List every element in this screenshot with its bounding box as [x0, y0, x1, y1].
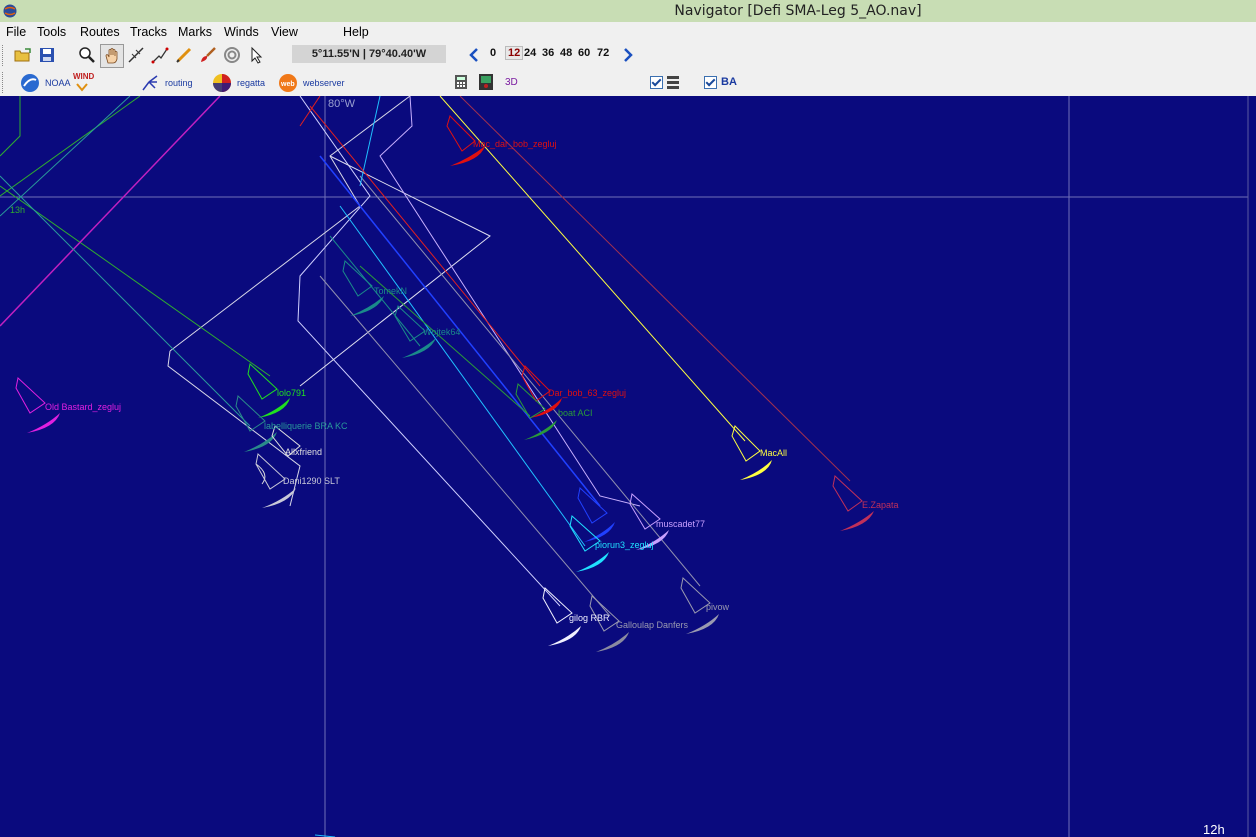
boat-label-kc[interactable]: labelliquerie BRA KC: [264, 421, 348, 431]
webserver-label[interactable]: webserver: [303, 78, 345, 88]
menu-routes[interactable]: Routes: [80, 25, 120, 39]
menu-help[interactable]: Help: [343, 25, 369, 39]
zoom-icon[interactable]: [78, 46, 96, 64]
time-step-48[interactable]: 48: [560, 47, 572, 59]
list-icon[interactable]: [666, 75, 680, 89]
time-step-60[interactable]: 60: [578, 47, 590, 59]
track-allx: [299, 155, 491, 387]
boat-label-old-bastard[interactable]: Old Bastard_zegluj: [45, 402, 121, 412]
routing-icon[interactable]: [140, 73, 160, 93]
toolbar-grip-2[interactable]: [2, 72, 6, 93]
time-step-0[interactable]: 0: [490, 47, 496, 59]
view-3d-label[interactable]: 3D: [505, 77, 518, 88]
boat-label-wojtek[interactable]: Wojtek64: [423, 327, 460, 337]
ba-label[interactable]: BA: [721, 76, 737, 88]
ba-checkbox[interactable]: [704, 76, 717, 89]
hand-pan-icon[interactable]: [103, 47, 121, 65]
track-lolo-3: [0, 96, 141, 197]
track-gilog: [297, 96, 561, 607]
window-title: Navigator [Defi SMA-Leg 5_AO.nav]: [674, 3, 922, 19]
track-pivow: [359, 175, 701, 587]
boat-label-allx[interactable]: Allxfriend: [285, 447, 322, 457]
track-label-kc-2: [0, 175, 251, 427]
pencil-icon[interactable]: [175, 46, 193, 64]
pointer-icon[interactable]: [248, 46, 266, 64]
track-piorun: [339, 205, 586, 547]
boat-label-gilog[interactable]: gilog RBR: [569, 613, 610, 623]
boat-label-dar-bob-63[interactable]: Dar_bob_63_zegluj: [548, 388, 626, 398]
boat-label-lolo[interactable]: lolo791: [277, 388, 306, 398]
time-step-72[interactable]: 72: [597, 47, 609, 59]
menu-winds[interactable]: Winds: [224, 25, 259, 39]
toolbar-grip[interactable]: [2, 45, 6, 66]
calculator-icon[interactable]: [454, 74, 468, 90]
boat-label-aci[interactable]: boat ACI: [558, 408, 593, 418]
boat-label-macall[interactable]: MacAll: [760, 448, 787, 458]
menu-file[interactable]: File: [6, 25, 26, 39]
track-piorun-north: [359, 96, 381, 187]
title-bar: Navigator [Defi SMA-Leg 5_AO.nav]: [0, 0, 1256, 23]
menu-bar: File Tools Routes Tracks Marks Winds Vie…: [0, 22, 1256, 42]
boat-label-zapata[interactable]: E.Zapata: [862, 500, 899, 510]
boat-label-tomek[interactable]: TomekN: [374, 286, 407, 296]
track-galloulap: [319, 275, 611, 617]
noaa-label[interactable]: NOAA: [45, 78, 71, 88]
target-icon[interactable]: [223, 46, 241, 64]
track-muscadet: [379, 96, 641, 507]
open-folder-icon[interactable]: [14, 46, 32, 64]
brush-icon[interactable]: [199, 46, 217, 64]
bottom-time-label: 12h: [1203, 822, 1225, 837]
menu-view[interactable]: View: [271, 25, 298, 39]
meridian-label: 80°W: [328, 98, 356, 110]
track-zapata: [459, 96, 851, 482]
time-step-24[interactable]: 24: [524, 47, 536, 59]
tracks-checkbox[interactable]: [650, 76, 663, 89]
menu-tools[interactable]: Tools: [37, 25, 66, 39]
boat-blue[interactable]: [577, 487, 615, 542]
wind-label[interactable]: WIND: [73, 72, 94, 81]
main-toolbar: 5°11.55'N | 79°40.40'W 0 12 24 36 48 60 …: [0, 42, 1256, 69]
save-icon[interactable]: [38, 46, 56, 64]
measure-icon[interactable]: [127, 46, 145, 64]
left-time-label: 13h: [10, 205, 26, 215]
regatta-icon[interactable]: [212, 73, 232, 93]
menu-marks[interactable]: Marks: [178, 25, 212, 39]
routing-label[interactable]: routing: [165, 78, 193, 88]
svg-text:web: web: [280, 81, 295, 88]
cursor-coordinates: 5°11.55'N | 79°40.40'W: [292, 45, 446, 63]
chart-map[interactable]: Mac_dar_bob_zegluj TomekN Wojtek64 Dar_b…: [0, 96, 1256, 837]
boat-label-mac-dar[interactable]: Mac_dar_bob_zegluj: [473, 139, 557, 149]
secondary-toolbar: NOAA WIND routing regatta web webserver …: [0, 69, 1256, 97]
next-time-icon[interactable]: [621, 47, 635, 63]
boat-label-muscadet[interactable]: muscadet77: [656, 519, 705, 529]
track-lolo-2: [0, 96, 21, 157]
gps-device-icon[interactable]: [477, 72, 495, 92]
time-step-36[interactable]: 36: [542, 47, 554, 59]
track-lolo: [0, 185, 271, 377]
boat-label-galloulap[interactable]: Galloulap Danfers: [616, 620, 688, 630]
map-canvas[interactable]: [0, 96, 1256, 837]
wind-arrow-icon: [76, 83, 88, 92]
time-step-12[interactable]: 12: [505, 46, 524, 60]
webserver-icon[interactable]: web: [278, 73, 298, 93]
boat-label-dani[interactable]: Dani1290 SLT: [283, 476, 340, 486]
boat-label-piorun[interactable]: piorun3_zegluj: [595, 540, 654, 550]
regatta-label[interactable]: regatta: [237, 78, 265, 88]
track-old-bastard: [0, 96, 221, 327]
boat-label-pivow[interactable]: pivow: [706, 602, 729, 612]
menu-tracks[interactable]: Tracks: [130, 25, 167, 39]
prev-time-icon[interactable]: [467, 47, 481, 63]
route-draw-icon[interactable]: [151, 46, 169, 64]
noaa-icon[interactable]: [20, 73, 40, 93]
